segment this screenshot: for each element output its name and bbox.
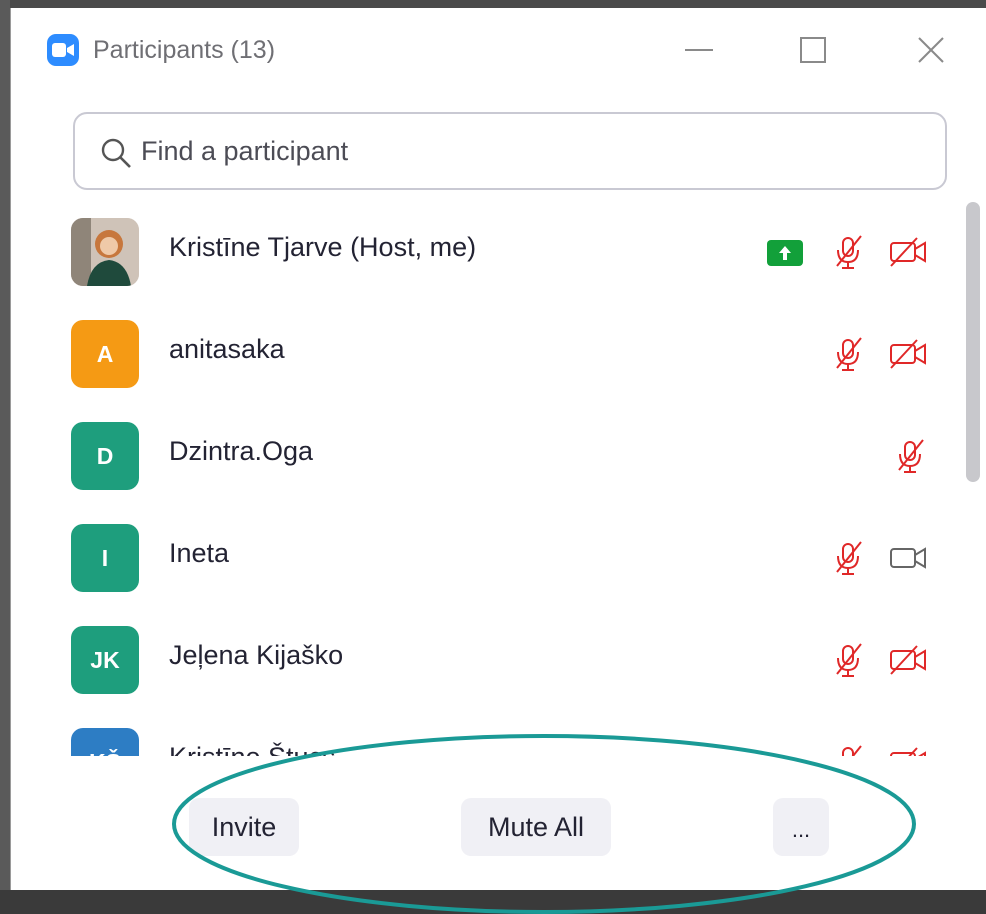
mic-status[interactable]	[829, 334, 869, 374]
invite-button[interactable]: Invite	[189, 798, 299, 856]
close-icon	[918, 37, 944, 63]
participants-window: Participants (13) Find a participant Kri…	[10, 8, 986, 890]
video-off-icon	[890, 237, 926, 267]
mute-all-button[interactable]: Mute All	[461, 798, 611, 856]
video-status[interactable]	[887, 334, 927, 374]
video-status[interactable]	[887, 538, 927, 578]
close-button[interactable]	[911, 30, 951, 70]
participant-row[interactable]: I Ineta	[11, 516, 961, 618]
title-bar: Participants (13)	[11, 8, 986, 88]
search-icon	[101, 138, 131, 168]
video-on-icon	[890, 547, 926, 569]
mic-status[interactable]	[829, 742, 869, 756]
video-off-icon	[890, 645, 926, 675]
scroll-thumb[interactable]	[966, 202, 980, 482]
participant-row[interactable]: Kristīne Tjarve (Host, me)	[11, 210, 961, 312]
participant-row[interactable]: Aanitasaka	[11, 312, 961, 414]
avatar	[71, 218, 139, 286]
participant-name: Kristīne Tjarve (Host, me)	[169, 232, 477, 262]
scrollbar[interactable]	[961, 200, 985, 760]
mic-muted-icon	[842, 745, 862, 756]
video-off-icon	[890, 339, 926, 369]
mic-muted-icon	[836, 541, 862, 575]
avatar: D	[71, 422, 139, 490]
background-strip	[0, 890, 986, 914]
mic-status[interactable]	[829, 232, 869, 272]
app-icon	[47, 34, 79, 66]
avatar: I	[71, 524, 139, 592]
background-edge	[0, 0, 10, 914]
mic-status[interactable]	[829, 538, 869, 578]
participant-name: Ineta	[169, 538, 230, 568]
video-off-icon	[890, 747, 926, 756]
footer-toolbar: Invite Mute All ...	[11, 778, 986, 878]
mic-muted-icon	[836, 337, 862, 371]
search-box[interactable]	[73, 112, 947, 190]
video-status[interactable]	[887, 640, 927, 680]
maximize-button[interactable]	[793, 30, 833, 70]
video-status[interactable]	[887, 232, 927, 272]
participant-list: Kristīne Tjarve (Host, me) Aanitasaka DD…	[11, 206, 961, 756]
more-button[interactable]: ...	[773, 798, 829, 856]
participant-row[interactable]: KŠ Kristīne Štucs	[11, 720, 961, 756]
avatar: JK	[71, 626, 139, 694]
window-title: Participants (13)	[93, 36, 276, 64]
minimize-button[interactable]	[679, 30, 719, 70]
participant-name: Dzintra.Oga	[169, 436, 314, 466]
avatar: A	[71, 320, 139, 388]
mic-status[interactable]	[829, 640, 869, 680]
share-screen-icon	[767, 240, 803, 266]
minimize-icon	[685, 49, 713, 51]
participant-row[interactable]: JK Jeļena Kijaško	[11, 618, 961, 720]
participant-name: Kristīne Štucs	[169, 742, 336, 756]
avatar-photo	[71, 218, 139, 286]
avatar: KŠ	[71, 728, 139, 756]
mic-muted-icon	[898, 439, 924, 473]
participant-name: Jeļena Kijaško	[169, 640, 344, 670]
maximize-icon	[800, 37, 826, 63]
participant-name: anitasaka	[169, 334, 285, 364]
mic-muted-icon	[836, 643, 862, 677]
participant-row[interactable]: D Dzintra.Oga	[11, 414, 961, 516]
mic-status[interactable]	[891, 436, 931, 476]
video-status[interactable]	[887, 742, 927, 756]
search-input[interactable]	[141, 126, 921, 176]
mic-muted-icon	[836, 235, 862, 269]
